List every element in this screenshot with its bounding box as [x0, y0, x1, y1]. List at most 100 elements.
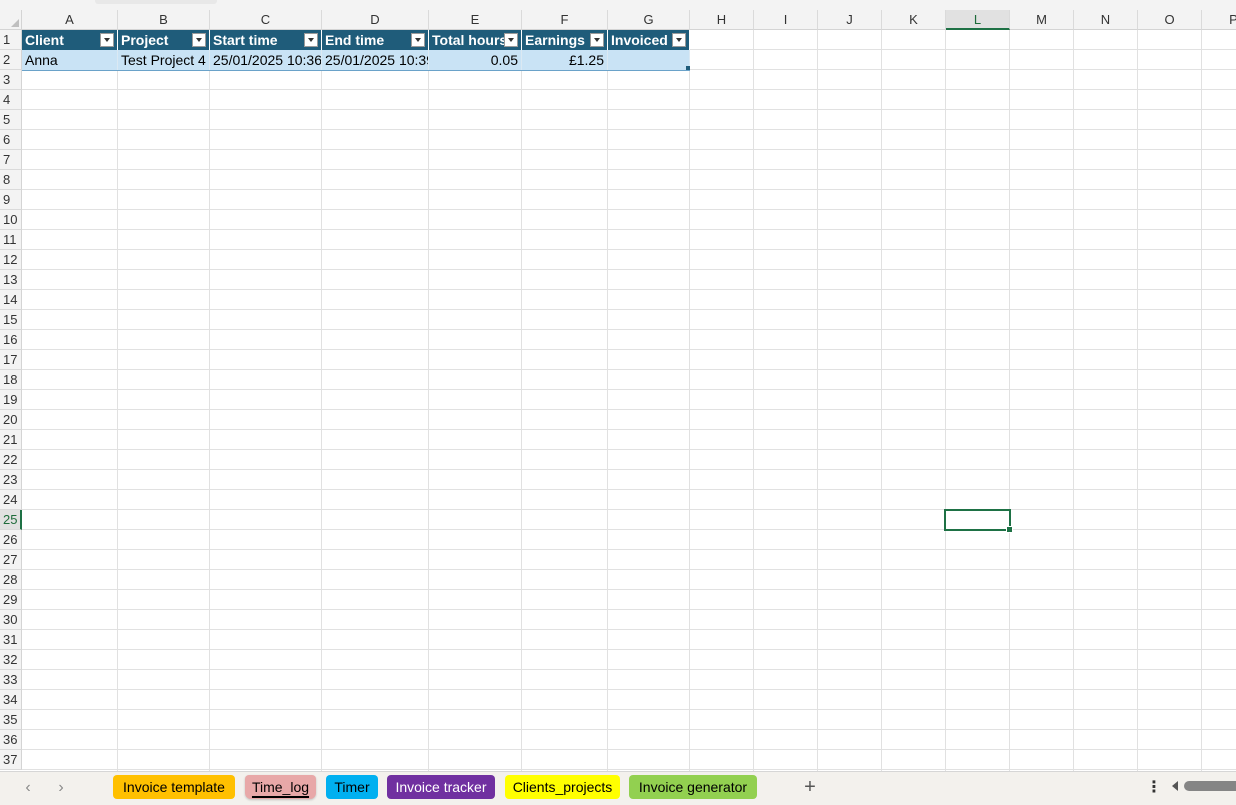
fill-handle[interactable]	[1006, 526, 1013, 533]
next-sheet-button[interactable]: ›	[51, 778, 71, 798]
header-label-start-time: Start time	[213, 32, 278, 48]
cell-project[interactable]: Test Project 4	[118, 50, 210, 70]
row-header-28[interactable]: 28	[0, 570, 22, 590]
row-gridline	[22, 469, 1236, 470]
row-header-22[interactable]: 22	[0, 450, 22, 470]
cell-earnings[interactable]: £1.25	[522, 50, 608, 70]
column-gridline	[1201, 30, 1202, 771]
column-header-O[interactable]: O	[1138, 10, 1202, 30]
row-header-9[interactable]: 9	[0, 190, 22, 210]
row-header-16[interactable]: 16	[0, 330, 22, 350]
sheet-tab-timer[interactable]: Timer	[326, 775, 378, 799]
filter-dropdown-icon[interactable]	[304, 33, 318, 47]
prev-sheet-button[interactable]: ‹	[18, 778, 38, 798]
row-header-35[interactable]: 35	[0, 710, 22, 730]
column-header-M[interactable]: M	[1010, 10, 1074, 30]
row-header-30[interactable]: 30	[0, 610, 22, 630]
more-options-icon[interactable]: ⋮	[1146, 779, 1162, 797]
sheet-tab-invoice-generator[interactable]: Invoice generator	[629, 775, 757, 799]
column-header-A[interactable]: A	[22, 10, 118, 30]
sheet-tab-invoice-template[interactable]: Invoice template	[113, 775, 235, 799]
sheet-tab-invoice-tracker[interactable]: Invoice tracker	[387, 775, 495, 799]
sheet-tab-clients-projects[interactable]: Clients_projects	[505, 775, 620, 799]
row-header-23[interactable]: 23	[0, 470, 22, 490]
column-header-D[interactable]: D	[322, 10, 429, 30]
column-header-B[interactable]: B	[118, 10, 210, 30]
row-header-7[interactable]: 7	[0, 150, 22, 170]
spreadsheet-grid[interactable]: A B C D E F G H I J K L M N O P 12345678…	[0, 10, 1236, 771]
cell-total-hours[interactable]: 0.05	[429, 50, 522, 70]
add-sheet-button[interactable]: +	[800, 777, 820, 797]
column-header-K[interactable]: K	[882, 10, 946, 30]
filter-dropdown-icon[interactable]	[411, 33, 425, 47]
row-header-33[interactable]: 33	[0, 670, 22, 690]
select-all-corner[interactable]	[0, 10, 22, 30]
row-header-17[interactable]: 17	[0, 350, 22, 370]
filter-dropdown-icon[interactable]	[672, 33, 686, 47]
row-header-32[interactable]: 32	[0, 650, 22, 670]
column-header-I[interactable]: I	[754, 10, 818, 30]
top-tab-shade	[95, 0, 217, 4]
sheet-tab-label: Invoice tracker	[395, 779, 487, 795]
table-header-invoiced[interactable]: Invoiced	[608, 30, 690, 50]
row-header-26[interactable]: 26	[0, 530, 22, 550]
row-header-8[interactable]: 8	[0, 170, 22, 190]
row-header-27[interactable]: 27	[0, 550, 22, 570]
table-header-end-time[interactable]: End time	[322, 30, 429, 50]
row-header-31[interactable]: 31	[0, 630, 22, 650]
column-header-N[interactable]: N	[1074, 10, 1138, 30]
column-header-E[interactable]: E	[429, 10, 522, 30]
filter-dropdown-icon[interactable]	[192, 33, 206, 47]
table-header-total-hours[interactable]: Total hours	[429, 30, 522, 50]
row-header-20[interactable]: 20	[0, 410, 22, 430]
table-resize-handle[interactable]	[686, 66, 690, 70]
row-header-34[interactable]: 34	[0, 690, 22, 710]
table-header-start-time[interactable]: Start time	[210, 30, 322, 50]
row-gridline	[22, 689, 1236, 690]
active-cell-selection[interactable]	[944, 509, 1013, 533]
cell-client[interactable]: Anna	[22, 50, 118, 70]
column-header-J[interactable]: J	[818, 10, 882, 30]
column-header-C[interactable]: C	[210, 10, 322, 30]
scroll-left-arrow-icon[interactable]	[1172, 781, 1178, 791]
row-header-37[interactable]: 37	[0, 750, 22, 770]
row-header-5[interactable]: 5	[0, 110, 22, 130]
horizontal-scrollbar-thumb[interactable]	[1184, 781, 1236, 791]
row-header-3[interactable]: 3	[0, 70, 22, 90]
column-header-L[interactable]: L	[946, 10, 1010, 30]
row-header-29[interactable]: 29	[0, 590, 22, 610]
row-header-25[interactable]: 25	[0, 510, 22, 530]
column-header-G[interactable]: G	[608, 10, 690, 30]
column-gridline	[881, 30, 882, 771]
row-header-4[interactable]: 4	[0, 90, 22, 110]
row-header-1[interactable]: 1	[0, 30, 22, 50]
column-header-F[interactable]: F	[522, 10, 608, 30]
cell-end-time[interactable]: 25/01/2025 10:39	[322, 50, 429, 70]
row-header-15[interactable]: 15	[0, 310, 22, 330]
sheet-tab-time-log[interactable]: Time_log	[245, 775, 316, 799]
cell-start-time[interactable]: 25/01/2025 10:36	[210, 50, 322, 70]
row-header-19[interactable]: 19	[0, 390, 22, 410]
table-header-earnings[interactable]: Earnings	[522, 30, 608, 50]
table-header-client[interactable]: Client	[22, 30, 118, 50]
filter-dropdown-icon[interactable]	[504, 33, 518, 47]
filter-dropdown-icon[interactable]	[100, 33, 114, 47]
row-header-24[interactable]: 24	[0, 490, 22, 510]
row-header-2[interactable]: 2	[0, 50, 22, 70]
row-header-11[interactable]: 11	[0, 230, 22, 250]
table-header-project[interactable]: Project	[118, 30, 210, 50]
column-header-H[interactable]: H	[690, 10, 754, 30]
row-header-12[interactable]: 12	[0, 250, 22, 270]
row-header-13[interactable]: 13	[0, 270, 22, 290]
row-header-6[interactable]: 6	[0, 130, 22, 150]
cell-invoiced[interactable]	[608, 50, 690, 70]
column-header-P[interactable]: P	[1202, 10, 1236, 30]
row-header-18[interactable]: 18	[0, 370, 22, 390]
row-header-14[interactable]: 14	[0, 290, 22, 310]
sheet-tab-label: Clients_projects	[512, 779, 613, 795]
row-header-36[interactable]: 36	[0, 730, 22, 750]
filter-dropdown-icon[interactable]	[590, 33, 604, 47]
row-header-10[interactable]: 10	[0, 210, 22, 230]
row-header-21[interactable]: 21	[0, 430, 22, 450]
column-gridline	[689, 30, 690, 771]
